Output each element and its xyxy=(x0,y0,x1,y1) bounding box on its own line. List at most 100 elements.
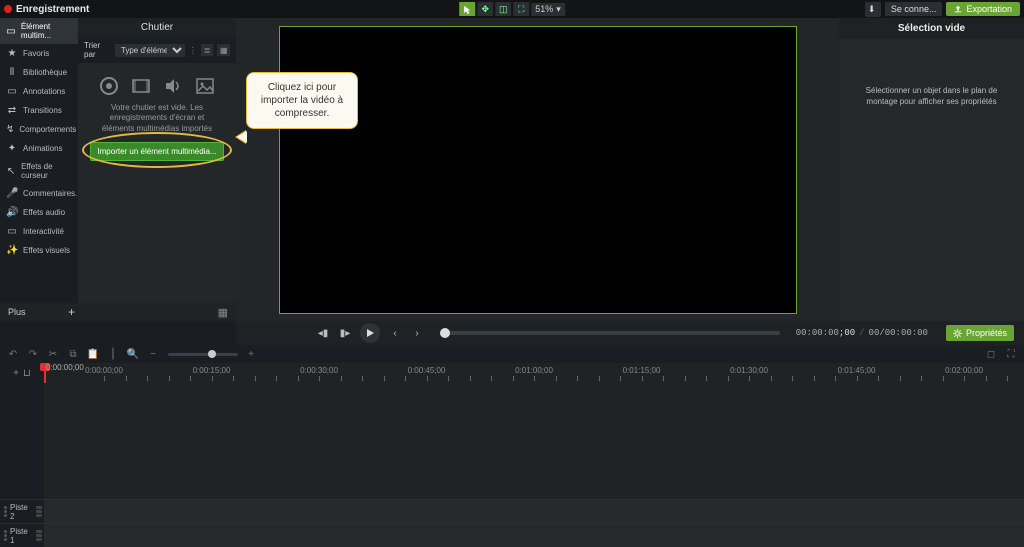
top-toolbar: Enregistrement ✥ ◫ ⛶ 51%▾ ⬇ Se conne... … xyxy=(0,0,1024,18)
prev-clip-button[interactable]: ◂▮ xyxy=(316,326,330,340)
split-button[interactable]: ⎮ xyxy=(106,347,120,361)
bin-footer: Plus + ▦ xyxy=(0,303,236,321)
media-bin-title: Chutier xyxy=(78,18,236,37)
sidebar-item-voiceover[interactable]: 🎤Commentaires... xyxy=(0,184,78,203)
timeline: + ⊔ Piste 2 Piste 1 0:00:00;00 0:00:00;0… xyxy=(0,363,1024,547)
track-row-1[interactable] xyxy=(44,523,1024,547)
fit-tool[interactable]: ⛶ xyxy=(513,2,529,16)
zoom-plus-button[interactable]: + xyxy=(244,347,258,361)
wand-icon: ✨ xyxy=(6,245,18,256)
paste-button[interactable]: 📋 xyxy=(86,347,100,361)
sidebar-item-library[interactable]: ⫴Bibliothèque xyxy=(0,63,78,82)
microphone-icon: 🎤 xyxy=(6,188,18,199)
track-header-1[interactable]: Piste 1 xyxy=(0,523,44,547)
copy-button[interactable]: ⧉ xyxy=(66,347,80,361)
timeline-zoom-slider[interactable] xyxy=(168,353,238,356)
timeline-body[interactable]: 0:00:00;00 0:00:00;000:00:15;000:00:30;0… xyxy=(44,363,1024,547)
step-back-button[interactable]: ▮▸ xyxy=(338,326,352,340)
tracks-area[interactable] xyxy=(44,383,1024,547)
upload-icon xyxy=(954,5,962,13)
bin-layout-icon[interactable]: ▦ xyxy=(218,306,228,319)
crop-tool[interactable]: ◫ xyxy=(495,2,511,16)
track-header-2[interactable]: Piste 2 xyxy=(0,499,44,523)
download-button[interactable]: ⬇ xyxy=(865,2,881,17)
properties-placeholder: Sélectionner un objet dans le plan de mo… xyxy=(839,39,1024,107)
sidebar-item-favorites[interactable]: ★Favoris xyxy=(0,44,78,63)
add-bin-button[interactable]: + xyxy=(68,305,75,319)
properties-button[interactable]: Propriétés xyxy=(946,325,1014,341)
track-headers: + ⊔ Piste 2 Piste 1 xyxy=(0,363,44,547)
sidebar-item-media[interactable]: ▭Élément multim... xyxy=(0,18,78,44)
sort-dropdown[interactable]: Type d'élément mult... xyxy=(115,44,185,57)
gear-icon xyxy=(953,329,962,338)
hand-tool[interactable]: ✥ xyxy=(477,2,493,16)
zoom-out-button[interactable]: 🔍 xyxy=(126,347,140,361)
track-magnet-icon[interactable]: ⊔ xyxy=(23,368,31,379)
media-bin-sort-row: Trier par Type d'élément mult... ⋮ ≣ ▦ xyxy=(78,37,236,63)
library-icon: ⫴ xyxy=(6,67,18,78)
record-screen-icon xyxy=(98,75,120,97)
cursor-tool[interactable] xyxy=(459,2,475,16)
step-forward-button[interactable]: ‹ xyxy=(388,326,402,340)
timeline-ruler[interactable]: 0:00:00;00 0:00:00;000:00:15;000:00:30;0… xyxy=(44,363,1024,383)
animation-icon: ✦ xyxy=(6,143,18,154)
track-toggles[interactable] xyxy=(36,506,42,517)
bin-empty-message: Votre chutier est vide. Les enregistreme… xyxy=(78,103,236,134)
undo-button[interactable]: ↶ xyxy=(6,347,20,361)
scrubber[interactable] xyxy=(440,331,780,335)
record-label: Enregistrement xyxy=(16,4,89,15)
bin-type-icons xyxy=(78,63,236,103)
sidebar-item-visual-effects[interactable]: ✨Effets visuels xyxy=(0,241,78,260)
timeline-toolbar: ↶ ↷ ✂ ⧉ 📋 ⎮ 🔍 − + ◻ ⛶ xyxy=(0,345,1024,363)
interactivity-icon: ▭ xyxy=(6,226,18,237)
view-list-button[interactable]: ≣ xyxy=(201,44,214,56)
view-grid-button[interactable]: ▦ xyxy=(217,44,230,56)
tool-sidebar: ▭Élément multim... ★Favoris ⫴Bibliothèqu… xyxy=(0,18,78,321)
properties-title: Sélection vide xyxy=(839,18,1024,39)
cut-button[interactable]: ✂ xyxy=(46,347,60,361)
import-media-button[interactable]: Importer un élément multimédia... xyxy=(90,142,223,161)
more-label[interactable]: Plus xyxy=(8,307,26,317)
transition-icon: ⇄ xyxy=(6,105,18,116)
playhead-timecode: 0:00:00;00 xyxy=(46,363,84,372)
add-track-button[interactable]: + xyxy=(13,368,19,379)
tutorial-callout: Cliquez ici pour importer la vidéo à com… xyxy=(246,72,358,129)
play-button[interactable] xyxy=(360,323,380,343)
zoom-slider-handle[interactable] xyxy=(208,350,216,358)
preview-canvas[interactable] xyxy=(279,26,797,314)
media-bin-panel: Chutier Trier par Type d'élément mult...… xyxy=(78,18,236,321)
record-icon xyxy=(4,5,12,13)
zoom-minus-button[interactable]: − xyxy=(146,347,160,361)
signin-button[interactable]: Se conne... xyxy=(885,2,943,16)
sort-label: Trier par xyxy=(84,41,111,59)
sidebar-item-annotations[interactable]: ▭Annotations xyxy=(0,82,78,101)
timeline-option-2[interactable]: ⛶ xyxy=(1004,347,1018,361)
video-file-icon xyxy=(130,75,152,97)
next-clip-button[interactable]: › xyxy=(410,326,424,340)
sidebar-item-behaviors[interactable]: ↯Comportements xyxy=(0,120,78,139)
track-toggles[interactable] xyxy=(36,530,42,541)
playback-bar: ◂▮ ▮▸ ‹ › 00:00:00;00/00/00:00:00 Propri… xyxy=(236,321,1024,345)
sidebar-item-animations[interactable]: ✦Animations xyxy=(0,139,78,158)
media-icon: ▭ xyxy=(6,26,16,37)
record-button[interactable]: Enregistrement xyxy=(4,4,89,15)
annotation-icon: ▭ xyxy=(6,86,18,97)
track-row-2[interactable] xyxy=(44,499,1024,523)
sidebar-item-audio-effects[interactable]: 🔊Effets audio xyxy=(0,203,78,222)
sidebar-item-cursor-effects[interactable]: ↖Effets de curseur xyxy=(0,158,78,184)
speaker-icon: 🔊 xyxy=(6,207,18,218)
canvas-tool-group: ✥ ◫ ⛶ 51%▾ xyxy=(459,2,565,16)
sidebar-item-interactivity[interactable]: ▭Interactivité xyxy=(0,222,78,241)
audio-file-icon xyxy=(162,75,184,97)
timeline-option-1[interactable]: ◻ xyxy=(984,347,998,361)
zoom-dropdown[interactable]: 51%▾ xyxy=(531,3,565,16)
sidebar-item-transitions[interactable]: ⇄Transitions xyxy=(0,101,78,120)
canvas-area xyxy=(236,18,839,321)
properties-panel: Sélection vide Sélectionner un objet dan… xyxy=(839,18,1024,321)
star-icon: ★ xyxy=(6,48,18,59)
cursor-icon: ↖ xyxy=(6,166,16,177)
scrubber-handle[interactable] xyxy=(440,328,450,338)
redo-button[interactable]: ↷ xyxy=(26,347,40,361)
image-file-icon xyxy=(194,75,216,97)
export-button[interactable]: Exportation xyxy=(946,2,1020,16)
